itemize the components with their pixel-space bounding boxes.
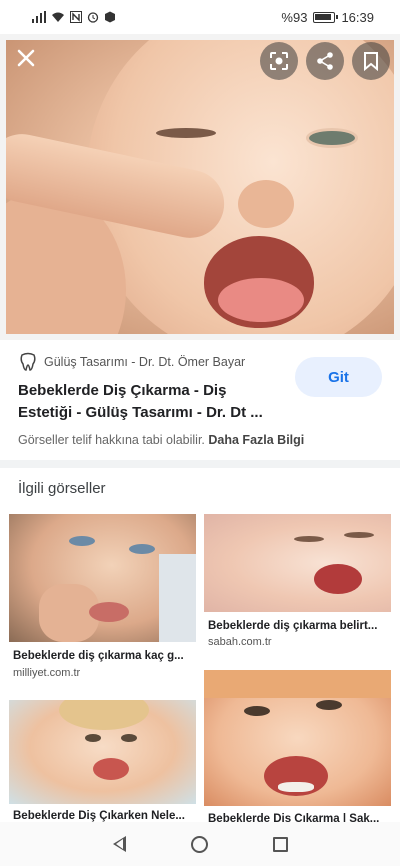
- preview-image[interactable]: [6, 40, 394, 334]
- related-item[interactable]: Bebeklerde diş çıkarma kaç g... milliyet…: [9, 514, 196, 684]
- copyright-text: Görseller telif hakkına tabi olabilir.: [18, 433, 205, 447]
- related-item[interactable]: Bebeklerde Diş Çıkarken Nele...: [9, 700, 196, 822]
- recents-icon: [272, 836, 288, 852]
- battery-icon: [313, 11, 339, 23]
- back-icon: [112, 836, 126, 852]
- status-bar: %93 16:39: [0, 0, 400, 34]
- related-source: milliyet.com.tr: [13, 667, 81, 679]
- signal-icon: [32, 11, 46, 23]
- share-icon: [317, 52, 333, 70]
- home-button[interactable]: [190, 835, 208, 853]
- related-thumbnail[interactable]: [204, 514, 391, 612]
- system-nav-bar: [0, 822, 400, 866]
- clock: 16:39: [341, 9, 374, 25]
- related-caption: Bebeklerde diş çıkarma kaç g...: [13, 650, 184, 662]
- related-caption: Bebeklerde Diş Çıkarken Nele...: [13, 810, 185, 822]
- battery-fill: [315, 13, 332, 20]
- copyright-notice: Görseller telif hakkına tabi olabilir. D…: [18, 433, 304, 447]
- result-title[interactable]: Bebeklerde Diş Çıkarma - Diş Estetiği - …: [18, 380, 280, 424]
- status-icons-right: %93 16:39: [281, 10, 374, 25]
- source-row[interactable]: Gülüş Tasarımı - Dr. Dt. Ömer Bayar: [18, 352, 245, 372]
- tooth-icon: [20, 352, 36, 371]
- battery-percent: %93: [281, 9, 308, 25]
- related-heading: İlgili görseller: [18, 480, 106, 497]
- section-divider: [0, 460, 400, 468]
- app-notification-icon: [105, 11, 115, 23]
- lens-button[interactable]: [260, 42, 298, 80]
- related-thumbnail[interactable]: [9, 700, 196, 804]
- home-icon: [190, 835, 208, 853]
- related-item[interactable]: Bebeklerde Diş Çıkarma | Sak...: [204, 670, 391, 822]
- alarm-icon: [87, 12, 99, 23]
- related-item[interactable]: Bebeklerde diş çıkarma belirt... sabah.c…: [204, 514, 391, 654]
- visit-button[interactable]: Git: [295, 357, 382, 397]
- nfc-icon: [70, 11, 82, 23]
- related-caption: Bebeklerde Diş Çıkarma | Sak...: [208, 813, 380, 822]
- close-button[interactable]: [10, 42, 42, 74]
- recents-button[interactable]: [272, 836, 288, 852]
- bookmark-icon: [364, 52, 378, 71]
- status-icons-left: [32, 11, 116, 23]
- related-caption: Bebeklerde diş çıkarma belirt...: [208, 620, 378, 632]
- related-thumbnail[interactable]: [9, 514, 196, 642]
- image-viewer[interactable]: [0, 34, 400, 340]
- share-button[interactable]: [306, 42, 344, 80]
- back-button[interactable]: [112, 836, 126, 852]
- source-name: Gülüş Tasarımı - Dr. Dt. Ömer Bayar: [44, 355, 246, 369]
- related-source: sabah.com.tr: [208, 636, 272, 648]
- close-icon: [17, 49, 35, 67]
- related-thumbnail[interactable]: [204, 670, 391, 806]
- learn-more-link[interactable]: Daha Fazla Bilgi: [208, 433, 304, 447]
- wifi-icon: [52, 12, 64, 22]
- lens-icon: [270, 52, 288, 70]
- save-button[interactable]: [352, 42, 390, 80]
